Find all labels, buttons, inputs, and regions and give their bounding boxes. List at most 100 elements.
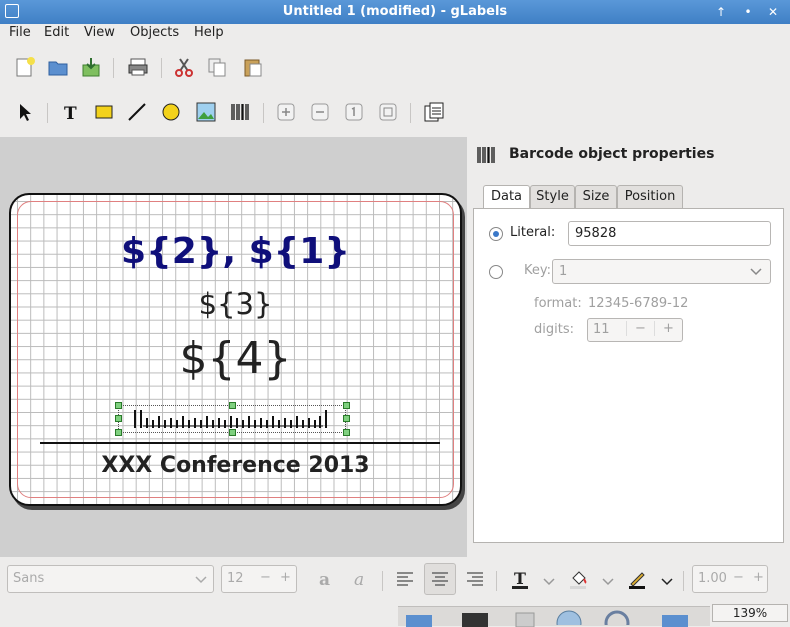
digits-value: 11 xyxy=(593,322,610,337)
zoom-fit-icon[interactable] xyxy=(372,96,404,128)
text-format-bar: Sans 12 − + a a T 1.00 − + xyxy=(0,559,790,601)
font-size-spin[interactable]: 12 − + xyxy=(221,565,297,593)
svg-text:a: a xyxy=(319,570,330,590)
line-icon[interactable] xyxy=(121,96,153,128)
resize-handle-se[interactable] xyxy=(343,429,350,436)
print-icon[interactable] xyxy=(122,51,154,83)
taskbar-panel xyxy=(398,606,710,627)
label-divider-line[interactable] xyxy=(40,442,440,444)
align-center-icon[interactable] xyxy=(424,563,456,595)
search-icon[interactable] xyxy=(602,609,632,625)
image-icon[interactable] xyxy=(190,96,222,128)
resize-handle-n[interactable] xyxy=(229,402,236,409)
barcode-icon[interactable] xyxy=(224,96,256,128)
box-icon[interactable] xyxy=(88,96,120,128)
window-title: Untitled 1 (modified) - gLabels xyxy=(282,4,508,19)
zoom-in-icon[interactable] xyxy=(270,96,302,128)
fill-color-icon[interactable] xyxy=(562,563,594,595)
barcode-icon xyxy=(477,147,495,163)
svg-text:T: T xyxy=(64,104,77,123)
resize-handle-nw[interactable] xyxy=(115,402,122,409)
line-color-icon[interactable] xyxy=(621,563,653,595)
menu-file[interactable]: File xyxy=(9,25,31,40)
chevron-down-icon[interactable] xyxy=(661,578,673,586)
svg-text:a: a xyxy=(354,570,364,590)
zoom-1to1-icon[interactable] xyxy=(338,96,370,128)
key-radio[interactable] xyxy=(489,265,503,279)
line-spacing-decrement-button[interactable]: − xyxy=(733,570,744,585)
format-label: format: xyxy=(534,296,582,311)
data-tab-panel: Literal: 95828 Key: 1 format: 12345-6789… xyxy=(473,208,784,543)
label-name-text[interactable]: ${2}, ${1} xyxy=(11,231,460,272)
trash-icon[interactable] xyxy=(510,611,540,627)
label-footer-text[interactable]: XXX Conference 2013 xyxy=(11,453,460,478)
title-bar: Untitled 1 (modified) - gLabels ↑ • ✕ xyxy=(0,0,790,24)
digits-decrement-button[interactable]: − xyxy=(626,321,654,336)
menu-bar: File Edit View Objects Help xyxy=(0,24,790,44)
label-field4-text[interactable]: ${4} xyxy=(11,333,460,384)
tab-style[interactable]: Style xyxy=(530,185,575,208)
zoom-level: 139% xyxy=(712,604,788,622)
label-sheet[interactable]: ${2}, ${1} ${3} ${4} XXX Conference 2013 xyxy=(9,193,462,506)
digits-spin[interactable]: 11 − + xyxy=(587,318,683,342)
tab-position[interactable]: Position xyxy=(617,185,683,208)
font-size-increment-button[interactable]: + xyxy=(280,570,291,585)
tab-data[interactable]: Data xyxy=(483,185,530,209)
line-spacing-increment-button[interactable]: + xyxy=(753,570,764,585)
object-properties-panel: Barcode object properties Data Style Siz… xyxy=(470,137,790,557)
label-field3-text[interactable]: ${3} xyxy=(11,287,460,321)
key-label: Key: xyxy=(524,263,552,278)
resize-handle-s[interactable] xyxy=(229,429,236,436)
resize-handle-sw[interactable] xyxy=(115,429,122,436)
ellipse-icon[interactable] xyxy=(155,96,187,128)
font-family-value: Sans xyxy=(13,571,45,586)
text-color-icon[interactable]: T xyxy=(504,563,536,595)
digits-label: digits: xyxy=(534,322,574,337)
font-family-combo[interactable]: Sans xyxy=(7,565,214,593)
menu-objects[interactable]: Objects xyxy=(130,25,179,40)
copy-icon[interactable] xyxy=(201,51,233,83)
svg-text:T: T xyxy=(514,569,526,588)
browser-icon[interactable] xyxy=(554,609,584,625)
literal-input[interactable]: 95828 xyxy=(568,221,771,246)
bold-icon[interactable]: a xyxy=(310,563,342,595)
tab-size[interactable]: Size xyxy=(575,185,617,208)
menu-view[interactable]: View xyxy=(84,25,115,40)
pointer-icon[interactable] xyxy=(8,96,40,128)
literal-radio[interactable] xyxy=(489,227,503,241)
properties-heading: Barcode object properties xyxy=(509,146,715,162)
save-icon[interactable] xyxy=(75,51,107,83)
font-size-decrement-button[interactable]: − xyxy=(260,570,271,585)
chevron-down-icon[interactable] xyxy=(602,578,614,586)
menu-edit[interactable]: Edit xyxy=(44,25,69,40)
minimize-button[interactable]: • xyxy=(740,4,756,20)
new-icon[interactable] xyxy=(9,51,41,83)
resize-handle-e[interactable] xyxy=(343,415,350,422)
key-select[interactable]: 1 xyxy=(552,259,771,284)
folder-icon[interactable] xyxy=(660,611,690,627)
text-icon[interactable]: T xyxy=(54,96,86,128)
paste-icon[interactable] xyxy=(237,51,269,83)
folder-icon[interactable] xyxy=(404,611,434,627)
resize-handle-ne[interactable] xyxy=(343,402,350,409)
line-spacing-spin[interactable]: 1.00 − + xyxy=(692,565,768,593)
italic-icon[interactable]: a xyxy=(345,563,377,595)
merge-properties-icon[interactable] xyxy=(418,96,450,128)
chevron-down-icon xyxy=(195,576,207,584)
format-value: 12345-6789-12 xyxy=(588,296,689,311)
close-button[interactable]: ✕ xyxy=(765,4,781,20)
cut-icon[interactable] xyxy=(168,51,200,83)
chevron-down-icon[interactable] xyxy=(543,578,555,586)
digits-increment-button[interactable]: + xyxy=(654,321,682,336)
line-spacing-value: 1.00 xyxy=(698,571,727,586)
keep-above-button[interactable]: ↑ xyxy=(713,4,729,20)
resize-handle-w[interactable] xyxy=(115,415,122,422)
key-select-value: 1 xyxy=(559,264,568,279)
align-left-icon[interactable] xyxy=(389,563,421,595)
terminal-icon[interactable] xyxy=(460,611,490,627)
font-size-value: 12 xyxy=(227,571,244,586)
open-icon[interactable] xyxy=(42,51,74,83)
menu-help[interactable]: Help xyxy=(194,25,224,40)
align-right-icon[interactable] xyxy=(459,563,491,595)
zoom-out-icon[interactable] xyxy=(304,96,336,128)
